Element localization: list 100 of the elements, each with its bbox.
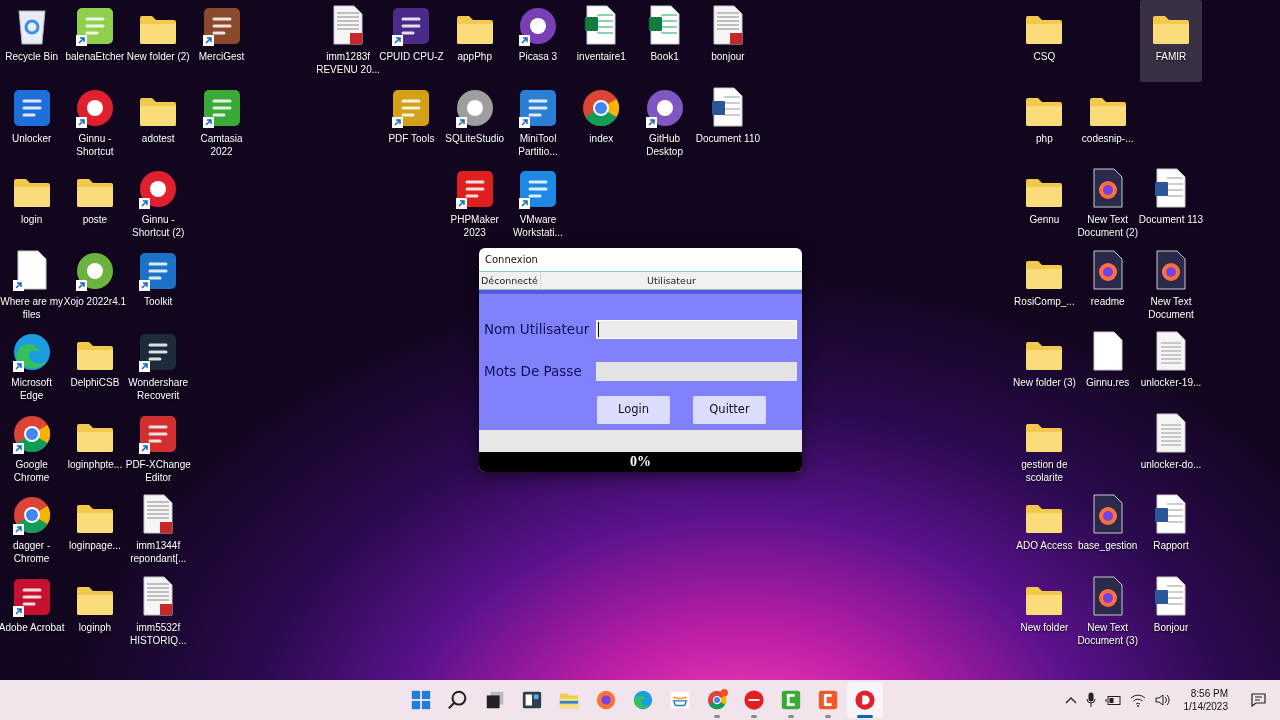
desktop-item[interactable]: SQLiteStudio xyxy=(443,81,506,163)
desktop-item[interactable]: FAMIR xyxy=(1140,0,1202,82)
desktop-item[interactable]: DelphiCSB xyxy=(63,326,126,408)
desktop-item[interactable]: imm5532f HISTORIQ... xyxy=(127,570,190,652)
desktop-item[interactable]: New folder (3) xyxy=(1013,326,1076,408)
desktop-item[interactable]: gestion de scolarite xyxy=(1013,407,1076,489)
desktop-item[interactable]: Unlocker xyxy=(0,81,63,163)
desktop-item[interactable]: ADO Access xyxy=(1013,489,1076,571)
progress-text: 0% xyxy=(629,453,652,471)
desktop-item[interactable]: login xyxy=(0,163,63,245)
taskbar-button[interactable] xyxy=(847,682,883,718)
battery-icon[interactable] xyxy=(1104,694,1121,706)
desktop-item[interactable]: Where are my files xyxy=(0,244,63,326)
folder-icon xyxy=(1025,15,1064,45)
desktop-item[interactable]: index xyxy=(570,81,633,163)
desktop-item[interactable]: New Text Document (3) xyxy=(1076,570,1139,652)
microphone-icon[interactable] xyxy=(1085,692,1096,708)
desktop-item[interactable]: CPUID CPU-Z xyxy=(380,0,443,82)
desktop-item[interactable]: loginphpte... xyxy=(63,407,126,489)
desktop-item[interactable]: VMware Workstati... xyxy=(507,163,569,245)
text-file-icon xyxy=(1155,412,1187,453)
desktop-item[interactable]: loginpage... xyxy=(63,489,126,571)
app-tile-icon xyxy=(392,88,431,127)
dialog-button[interactable]: Quitter xyxy=(693,396,766,424)
desktop-item[interactable]: appPhp xyxy=(443,0,506,82)
desktop-item[interactable]: unlocker-19... xyxy=(1140,326,1202,408)
desktop-item[interactable]: Xojo 2022r4.1 xyxy=(63,244,126,326)
icon-label: unlocker-19... xyxy=(1139,376,1203,389)
desktop-item[interactable]: Rapport xyxy=(1140,489,1202,571)
desktop-item[interactable]: Ginnu.res xyxy=(1076,326,1139,408)
app-circle-icon xyxy=(139,170,178,208)
icon-label: New folder xyxy=(1019,620,1070,634)
desktop-item[interactable]: readme xyxy=(1076,244,1139,326)
desktop-item[interactable]: imm1283f REVENU 20... xyxy=(317,0,380,82)
desktop-item[interactable]: unlocker-do... xyxy=(1140,407,1202,489)
icon-label: inventaire1 xyxy=(575,50,627,63)
desktop-item[interactable]: imm1344f repondant[... xyxy=(127,489,190,571)
desktop-item[interactable]: Recycle Bin xyxy=(0,0,63,82)
clock-date[interactable]: 1/14/2023 xyxy=(1183,700,1228,713)
status-text: Utilisateur xyxy=(646,274,697,288)
icon-label: New folder (2) xyxy=(125,50,191,63)
desktop-item[interactable]: New folder (2) xyxy=(127,0,190,82)
desktop-item[interactable]: Gennu xyxy=(1013,163,1076,245)
pdf-document-icon xyxy=(142,575,175,616)
clock-time[interactable]: 8:56 PM xyxy=(1190,687,1228,700)
text-file-icon xyxy=(1155,331,1187,371)
desktop-item[interactable]: PDF Tools xyxy=(380,81,443,163)
desktop-item[interactable]: MerciGest xyxy=(190,0,253,82)
desktop-item[interactable]: codesnip-... xyxy=(1076,81,1139,163)
pdf-document-icon xyxy=(142,494,175,534)
windows-logo-icon xyxy=(410,689,432,711)
desktop-item[interactable]: bonjour xyxy=(696,0,759,82)
desktop-item[interactable]: balenaEtcher xyxy=(63,0,126,82)
desktop-item[interactable]: New folder xyxy=(1013,570,1076,652)
desktop-item[interactable]: New Text Document (2) xyxy=(1076,163,1139,245)
speaker-icon[interactable] xyxy=(1154,693,1171,707)
wifi-icon[interactable] xyxy=(1129,693,1146,707)
desktop-item[interactable]: dagger - Chrome xyxy=(0,489,63,571)
desktop-item[interactable]: GitHub Desktop xyxy=(633,81,696,163)
desktop-item[interactable]: adotest xyxy=(127,81,190,163)
desktop-item[interactable]: Bonjour xyxy=(1140,570,1202,652)
desktop-item[interactable]: Document 113 xyxy=(1140,163,1202,245)
icon-label: Toolkit xyxy=(143,294,174,308)
desktop-item[interactable]: PDF-XChange Editor xyxy=(127,407,190,489)
icon-label: VMware Workstati... xyxy=(512,213,564,239)
desktop-item[interactable]: Document 110 xyxy=(696,81,759,163)
desktop-item[interactable]: Microsoft Edge xyxy=(0,326,63,408)
folder-icon xyxy=(75,585,114,616)
folder-icon xyxy=(1025,422,1064,453)
icon-label: readme xyxy=(1089,294,1126,308)
desktop-item[interactable]: Wondershare Recoverit xyxy=(127,326,190,408)
app-tile-icon xyxy=(392,7,431,45)
desktop-item[interactable]: Book1 xyxy=(633,0,696,82)
desktop-item[interactable]: PHPMaker 2023 xyxy=(443,163,506,245)
chevron-up-icon[interactable] xyxy=(1064,696,1077,704)
desktop-item[interactable]: Ginnu - Shortcut xyxy=(63,81,126,163)
desktop-item[interactable]: CSQ xyxy=(1013,0,1076,82)
desktop-item[interactable]: poste xyxy=(63,163,126,245)
desktop-item[interactable]: Google Chrome xyxy=(0,407,63,489)
dialog-button[interactable]: Login xyxy=(597,396,670,424)
desktop-item[interactable]: MiniTool Partitio... xyxy=(507,81,569,163)
firefox-document-icon xyxy=(1091,249,1124,290)
icon-label: PHPMaker 2023 xyxy=(449,213,500,239)
desktop-item[interactable]: New Text Document xyxy=(1140,244,1202,326)
folder-icon xyxy=(1088,96,1127,127)
desktop-item[interactable]: inventaire1 xyxy=(570,0,633,82)
icon-label: loginpage... xyxy=(68,539,122,552)
recycle-bin-icon xyxy=(16,7,47,45)
file-icon xyxy=(1091,331,1124,371)
desktop-item[interactable]: Picasa 3 xyxy=(507,0,569,82)
desktop-item[interactable]: Ginnu - Shortcut (2) xyxy=(127,163,190,245)
desktop-item[interactable]: php xyxy=(1013,81,1076,163)
desktop-item[interactable]: RosiComp_... xyxy=(1013,244,1076,326)
icon-label: ADO Access xyxy=(1015,539,1074,552)
desktop-item[interactable]: Camtasia 2022 xyxy=(190,81,253,163)
icon-label: balenaEtcher xyxy=(64,50,126,63)
text-field[interactable] xyxy=(596,361,797,381)
desktop-item[interactable]: base_gestion xyxy=(1076,489,1139,571)
notifications-icon[interactable] xyxy=(1251,693,1266,707)
desktop-item[interactable]: Toolkit xyxy=(127,244,190,326)
